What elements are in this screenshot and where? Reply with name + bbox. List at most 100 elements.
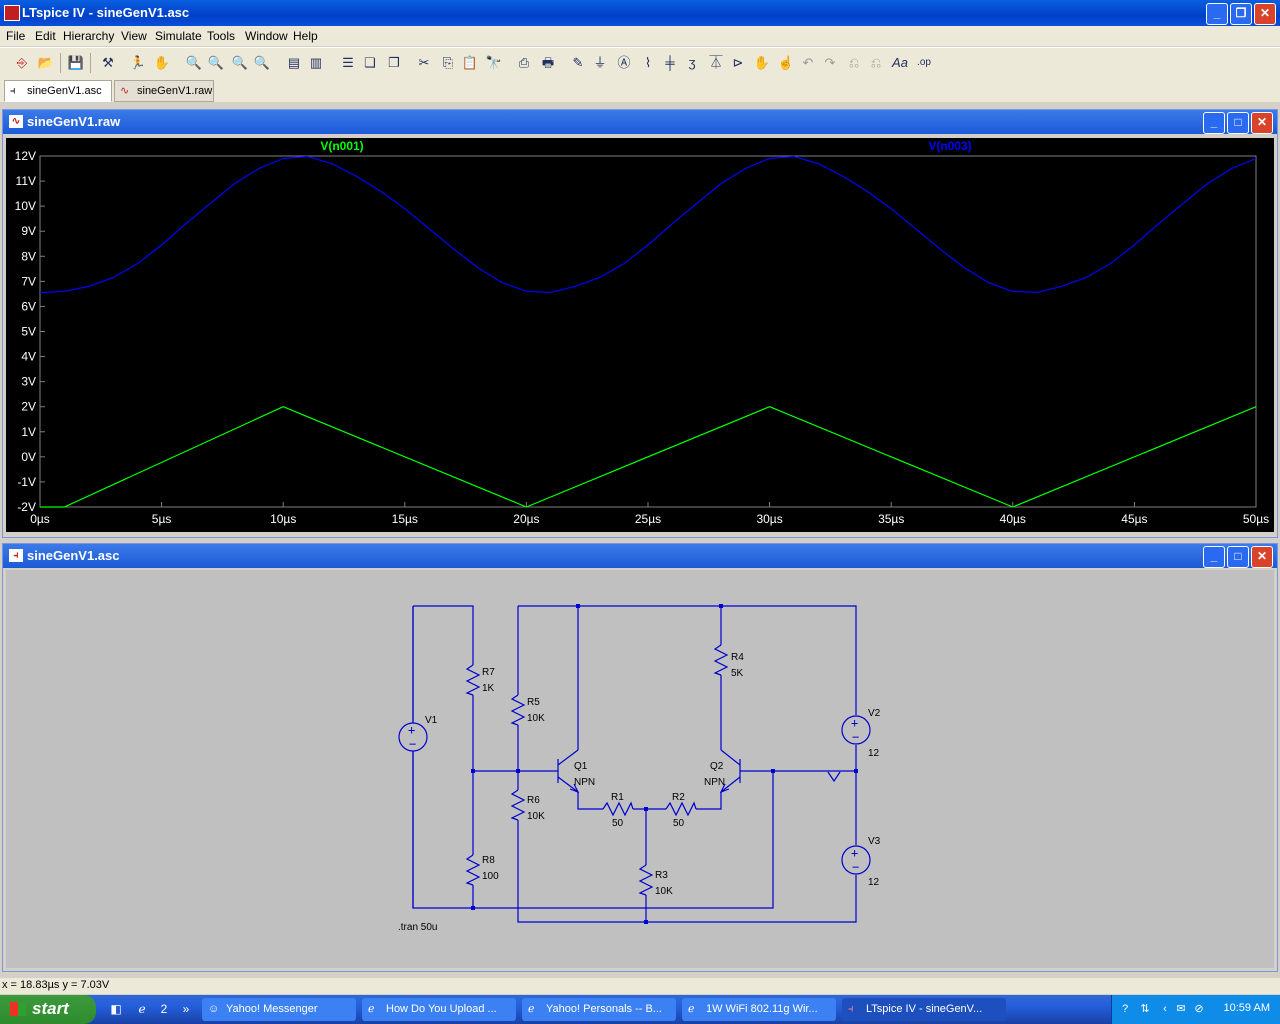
schematic-close-button[interactable]: ✕ xyxy=(1251,546,1273,568)
text-icon[interactable]: Aa xyxy=(890,53,910,73)
schematic-icon: ⫞ xyxy=(9,549,23,562)
ltspice-icon: ⫞ xyxy=(848,1003,854,1015)
zoom-out-icon[interactable]: 🔍 xyxy=(230,53,250,73)
tab-waveform-label: sineGenV1.raw xyxy=(137,85,213,97)
x-tick-label: 5µs xyxy=(152,512,172,526)
tile-horizontal-icon[interactable]: ☰ xyxy=(338,53,358,73)
voltage-sources xyxy=(398,715,871,875)
menu-help[interactable]: Help xyxy=(293,29,318,43)
run-icon[interactable]: 🏃 xyxy=(128,53,148,73)
y-tick-label: 11V xyxy=(16,174,36,188)
tile-vertical-icon[interactable]: ❐ xyxy=(384,53,404,73)
tab-schematic-label: sineGenV1.asc xyxy=(27,85,102,97)
print-icon[interactable]: 🖶 xyxy=(538,53,558,73)
menu-hierarchy[interactable]: Hierarchy xyxy=(63,29,114,43)
waveform-minimize-button[interactable]: _ xyxy=(1203,112,1225,134)
save-icon[interactable]: 💾 xyxy=(66,53,86,73)
x-tick-label: 15µs xyxy=(392,512,418,526)
control-panel-icon[interactable]: ⚒ xyxy=(98,53,118,73)
cascade-icon[interactable]: ❏ xyxy=(360,53,380,73)
x-tick-label: 40µs xyxy=(1000,512,1026,526)
print-preview-icon[interactable]: ⎙ xyxy=(514,53,534,73)
tab-schematic[interactable]: ⫞ sineGenV1.asc xyxy=(4,80,112,102)
chevron-left-icon[interactable]: ‹ xyxy=(1158,1002,1172,1016)
quicklaunch-2-icon[interactable]: 2 xyxy=(156,1002,172,1018)
task-ie-personals[interactable]: ℯ Yahoo! Personals -- B... xyxy=(522,998,676,1021)
help-icon[interactable]: ? xyxy=(1118,1002,1132,1016)
spice-directive: .tran 50u xyxy=(398,922,437,933)
schematic-canvas[interactable]: +− +− +− V1 V2 12 V3 12 R7 1K R8 100 R5 … xyxy=(6,570,1274,968)
status-bar: x = 18.83µs y = 7.03V xyxy=(0,978,1280,994)
drag-icon[interactable]: ☝ xyxy=(776,53,796,73)
inductor-icon[interactable]: ʒ xyxy=(682,53,702,73)
chevron-right-icon[interactable]: » xyxy=(178,1002,194,1018)
taskbar: start ◧ ℯ 2 » ☺ Yahoo! Messenger ℯ How D… xyxy=(0,995,1280,1024)
draw-wire-icon[interactable]: ✎ xyxy=(568,53,588,73)
zoom-fit-icon[interactable]: 🔍 xyxy=(252,53,272,73)
waveform-window-title: sineGenV1.raw xyxy=(27,114,121,129)
label-q1-ref: Q1 xyxy=(574,761,588,772)
new-schematic-icon[interactable]: ⎆ xyxy=(12,53,32,73)
label-v3-ref: V3 xyxy=(868,836,881,847)
resistor-icon[interactable]: ⌇ xyxy=(638,53,658,73)
menu-edit[interactable]: Edit xyxy=(35,29,56,43)
menu-simulate[interactable]: Simulate xyxy=(155,29,202,43)
task-yahoo-messenger[interactable]: ☺ Yahoo! Messenger xyxy=(202,998,356,1021)
close-button[interactable]: ✕ xyxy=(1254,3,1276,25)
copy-icon[interactable]: ⎘ xyxy=(438,53,458,73)
menu-file[interactable]: File xyxy=(6,29,25,43)
label-q2-ref: Q2 xyxy=(710,761,724,772)
paste-icon[interactable]: 📋 xyxy=(460,53,480,73)
task-ltspice[interactable]: ⫞ LTspice IV - sineGenV... xyxy=(842,998,1006,1021)
mirror-icon[interactable]: ⎌ xyxy=(866,53,886,73)
cut-icon[interactable]: ✂ xyxy=(414,53,434,73)
component-icon[interactable]: ⊳ xyxy=(728,53,748,73)
autorange-icon[interactable]: ▤ xyxy=(284,53,304,73)
ground-icon[interactable]: ⏚ xyxy=(590,53,610,73)
mail-icon[interactable]: ✉ xyxy=(1174,1002,1188,1016)
net-flag xyxy=(827,771,841,783)
resistor-r7 xyxy=(465,664,481,696)
open-icon[interactable]: 📂 xyxy=(36,53,56,73)
schematic-minimize-button[interactable]: _ xyxy=(1203,546,1225,568)
rotate-icon[interactable]: ⎌ xyxy=(844,53,864,73)
waveform-plot[interactable]: 12V11V10V9V8V7V6V5V4V3V2V1V0V-1V-2V0µs 5µ… xyxy=(6,138,1274,532)
waveform-close-button[interactable]: ✕ xyxy=(1251,112,1273,134)
waveform-window-titlebar: ∿ sineGenV1.raw _ □ ✕ xyxy=(3,110,1277,134)
task-label: 1W WiFi 802.11g Wir... xyxy=(706,1003,818,1015)
ie-quicklaunch-icon[interactable]: ℯ xyxy=(134,1002,150,1018)
start-button[interactable]: start xyxy=(0,995,96,1024)
task-ie-upload[interactable]: ℯ How Do You Upload ... xyxy=(362,998,516,1021)
x-tick-label: 30µs xyxy=(756,512,782,526)
menu-tools[interactable]: Tools xyxy=(207,29,235,43)
y-tick-label: 5V xyxy=(21,325,36,339)
redo-icon[interactable]: ↷ xyxy=(820,53,840,73)
waveform-maximize-button[interactable]: □ xyxy=(1227,112,1249,134)
move-icon[interactable]: ✋ xyxy=(752,53,772,73)
find-icon[interactable]: 🔭 xyxy=(484,53,504,73)
x-tick-label: 0µs xyxy=(30,512,50,526)
cursor-icon[interactable]: ▥ xyxy=(306,53,326,73)
label-r3-ref: R3 xyxy=(655,870,668,881)
task-ie-wifi[interactable]: ℯ 1W WiFi 802.11g Wir... xyxy=(682,998,836,1021)
tab-waveform[interactable]: ∿ sineGenV1.raw xyxy=(114,80,214,102)
schematic-maximize-button[interactable]: □ xyxy=(1227,546,1249,568)
spice-directive-icon[interactable]: .op xyxy=(914,53,934,73)
x-tick-label: 20µs xyxy=(513,512,539,526)
network-icon[interactable]: ⇅ xyxy=(1138,1002,1152,1016)
resistor-r5 xyxy=(510,694,526,726)
menu-view[interactable]: View xyxy=(121,29,147,43)
minimize-button[interactable]: _ xyxy=(1206,3,1228,25)
pan-icon[interactable]: 🔍 xyxy=(206,53,226,73)
zoom-in-icon[interactable]: 🔍 xyxy=(184,53,204,73)
capacitor-icon[interactable]: ╪ xyxy=(660,53,680,73)
restore-button[interactable]: ❐ xyxy=(1230,3,1252,25)
undo-icon[interactable]: ↶ xyxy=(798,53,818,73)
label-r6-value: 10K xyxy=(527,811,545,822)
diode-icon[interactable]: ⏄ xyxy=(706,53,726,73)
halt-icon[interactable]: ✋ xyxy=(152,53,172,73)
security-icon[interactable]: ⊘ xyxy=(1192,1002,1206,1016)
show-desktop-icon[interactable]: ◧ xyxy=(108,1002,124,1018)
label-net-icon[interactable]: Ⓐ xyxy=(614,53,634,73)
menu-window[interactable]: Window xyxy=(245,29,288,43)
